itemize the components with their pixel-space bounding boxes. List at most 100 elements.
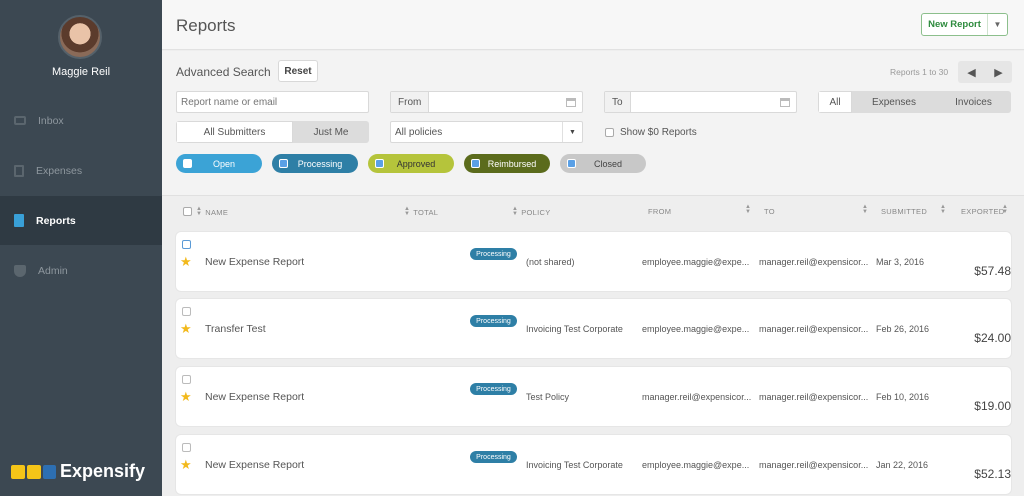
report-name: New Expense Report — [205, 459, 305, 471]
report-from: manager.reil@expensicor... — [642, 392, 752, 402]
report-submitted: Mar 3, 2016 — [876, 257, 925, 267]
tab-just-me[interactable]: Just Me — [293, 121, 369, 143]
sidebar-item-expenses[interactable]: Expenses — [0, 146, 162, 195]
column-total[interactable]: ▲ ▼ TOTAL — [404, 206, 438, 217]
chevron-down-icon[interactable]: ▼ — [988, 14, 1007, 35]
status-filter-processing[interactable]: Processing — [272, 154, 358, 173]
sort-icon[interactable]: ▲ ▼ — [512, 206, 518, 217]
report-policy: Invoicing Test Corporate — [526, 460, 623, 470]
row-checkbox[interactable] — [182, 375, 191, 384]
next-page-icon[interactable]: ▶ — [985, 61, 1012, 83]
show-zero-label: Show $0 Reports — [620, 127, 697, 138]
table-row[interactable]: ★ New Expense Report Processing $52.13 I… — [176, 435, 1011, 494]
status-filter-closed[interactable]: Closed — [560, 154, 646, 173]
new-report-label[interactable]: New Report — [922, 14, 988, 35]
table-row[interactable]: ★ New Expense Report Processing $19.00 T… — [176, 367, 1011, 426]
star-icon[interactable]: ★ — [180, 321, 192, 337]
column-submitted[interactable]: SUBMITTED — [881, 207, 927, 216]
sort-icon[interactable]: ▲ ▼ — [940, 204, 946, 215]
show-zero-reports[interactable]: Show $0 Reports — [605, 127, 697, 138]
column-exported[interactable]: EXPORTED — [961, 207, 1005, 216]
new-report-button[interactable]: New Report ▼ — [921, 13, 1008, 36]
sort-icon[interactable]: ▲ ▼ — [404, 206, 410, 217]
status-badge: Processing — [470, 383, 517, 395]
sidebar-item-label: Admin — [38, 264, 68, 277]
report-from: employee.maggie@expe... — [642, 324, 750, 334]
status-badge: Processing — [470, 315, 517, 327]
row-checkbox[interactable] — [182, 443, 191, 452]
sidebar-item-admin[interactable]: Admin — [0, 246, 162, 295]
sort-icon[interactable]: ▲ ▼ — [745, 204, 751, 215]
column-to[interactable]: TO — [764, 207, 775, 216]
table-row[interactable]: ★ Transfer Test Processing $24.00 Invoic… — [176, 299, 1011, 358]
document-icon — [14, 214, 24, 227]
page-title: Reports — [176, 16, 236, 35]
report-name: New Expense Report — [205, 256, 305, 268]
star-icon[interactable]: ★ — [180, 254, 192, 270]
checkbox-icon[interactable] — [471, 159, 480, 168]
advanced-search: Advanced Search Reset Reports 1 to 30 ◀ … — [162, 51, 1024, 196]
calendar-icon[interactable] — [780, 97, 790, 107]
reset-button[interactable]: Reset — [278, 60, 318, 82]
sidebar-item-inbox[interactable]: Inbox — [0, 96, 162, 145]
report-to: manager.reil@expensicor... — [759, 324, 869, 334]
sort-icon[interactable]: ▲ ▼ — [1002, 204, 1008, 215]
checkbox-icon[interactable] — [375, 159, 384, 168]
row-checkbox[interactable] — [182, 307, 191, 316]
tab-all[interactable]: All — [818, 91, 852, 113]
avatar[interactable] — [58, 15, 102, 59]
to-date-field[interactable]: To — [604, 91, 797, 113]
report-submitted: Feb 10, 2016 — [876, 392, 930, 402]
status-badge: Processing — [470, 451, 517, 463]
from-label: From — [391, 92, 430, 112]
table-row[interactable]: ★ New Expense Report Processing $57.48 (… — [176, 232, 1011, 291]
checkbox-icon[interactable] — [567, 159, 576, 168]
status-filter-open[interactable]: Open — [176, 154, 262, 173]
checkbox-icon[interactable] — [279, 159, 288, 168]
tab-expenses[interactable]: Expenses — [852, 91, 936, 113]
star-icon[interactable]: ★ — [180, 389, 192, 405]
status-filter-label: Approved — [396, 158, 436, 169]
sidebar-item-label: Reports — [36, 214, 76, 227]
chevron-down-icon[interactable]: ▼ — [562, 122, 582, 142]
policy-select-value: All policies — [395, 126, 443, 138]
pager-text: Reports 1 to 30 — [890, 67, 949, 77]
search-input[interactable] — [176, 91, 369, 113]
status-filter-approved[interactable]: Approved — [368, 154, 454, 173]
column-from[interactable]: FROM — [648, 207, 671, 216]
report-from: employee.maggie@expe... — [642, 460, 750, 470]
select-all-checkbox[interactable] — [183, 207, 192, 216]
tab-all-submitters[interactable]: All Submitters — [176, 121, 293, 143]
checkbox-icon[interactable] — [183, 159, 192, 168]
sort-icon[interactable]: ▲ ▼ — [196, 206, 202, 217]
sidebar-item-label: Inbox — [38, 114, 64, 127]
column-name[interactable]: ▲ ▼ NAME — [196, 206, 228, 217]
show-zero-checkbox[interactable] — [605, 128, 614, 137]
status-filter-label: Closed — [593, 158, 622, 169]
policy-select[interactable]: All policies ▼ — [390, 121, 583, 143]
status-filter-label: Processing — [297, 158, 343, 169]
sidebar-item-label: Expenses — [36, 164, 83, 177]
calendar-icon[interactable] — [566, 97, 576, 107]
row-checkbox[interactable] — [182, 240, 191, 249]
to-label: To — [605, 92, 631, 112]
status-filter-reimbursed[interactable]: Reimbursed — [464, 154, 550, 173]
logo-text: Expensify — [60, 461, 146, 481]
star-icon[interactable]: ★ — [180, 457, 192, 473]
logo-mark-icon — [11, 464, 56, 479]
sidebar-item-reports[interactable]: Reports — [0, 196, 162, 245]
type-filter: All Expenses Invoices — [818, 91, 1011, 113]
header: Reports New Report ▼ — [162, 0, 1024, 50]
user-name: Maggie Reil — [51, 66, 111, 78]
tab-invoices[interactable]: Invoices — [936, 91, 1011, 113]
status-filter-label: Open — [212, 158, 236, 169]
column-policy[interactable]: ▲ ▼ POLICY — [512, 206, 551, 217]
submitter-filter: All Submitters Just Me — [176, 121, 369, 143]
main-content: Reports New Report ▼ Advanced Search Res… — [162, 0, 1024, 496]
status-badge: Processing — [470, 248, 517, 260]
previous-page-icon[interactable]: ◀ — [958, 61, 985, 83]
from-date-field[interactable]: From — [390, 91, 583, 113]
sort-icon[interactable]: ▲ ▼ — [862, 204, 868, 215]
report-from: employee.maggie@expe... — [642, 257, 750, 267]
table-header: ▲ ▼ NAME ▲ ▼ TOTAL ▲ ▼ POLICY FROM ▲ ▼ TO ▲ ▼ SU… — [162, 197, 1024, 225]
